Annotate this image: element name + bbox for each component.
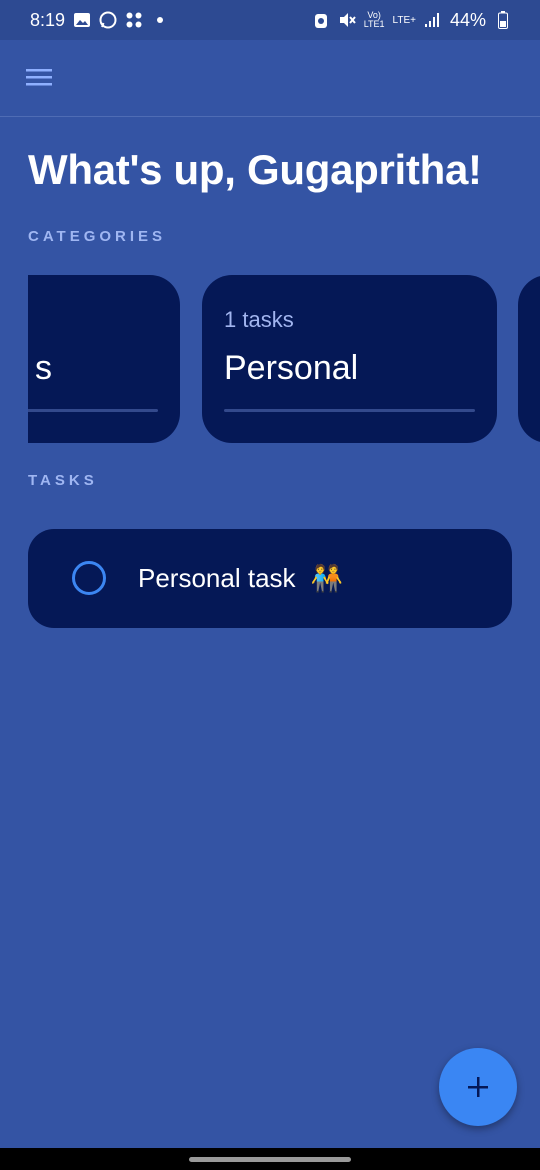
plus-icon bbox=[466, 1075, 490, 1099]
system-navigation-bar bbox=[0, 1148, 540, 1170]
battery-icon bbox=[494, 11, 512, 29]
category-card-personal[interactable]: 1 tasks Personal bbox=[202, 275, 497, 443]
app-notification-icon bbox=[125, 11, 143, 29]
hamburger-menu-icon[interactable] bbox=[24, 66, 54, 90]
status-time: 8:19 bbox=[30, 9, 66, 30]
data-saver-icon bbox=[312, 11, 330, 29]
status-bar: 8:19 Vo) LTE1 LTE+ 44% bbox=[0, 0, 540, 40]
greeting-title: What's up, Gugapritha! bbox=[28, 146, 482, 193]
gallery-icon bbox=[73, 11, 91, 29]
category-name: s bbox=[35, 349, 52, 387]
mute-icon bbox=[338, 11, 356, 29]
task-checkbox[interactable] bbox=[72, 561, 106, 595]
volte-icon: Vo) LTE1 bbox=[363, 10, 385, 29]
whatsapp-icon bbox=[99, 11, 117, 29]
task-title-text: Personal task bbox=[138, 563, 296, 593]
category-name: Personal bbox=[224, 349, 359, 387]
signal-icon bbox=[424, 11, 442, 29]
dot-icon bbox=[151, 11, 169, 29]
task-emoji: 🧑‍🤝‍🧑 bbox=[310, 563, 344, 593]
app-bar bbox=[0, 40, 540, 117]
categories-label: CATEGORIES bbox=[28, 228, 167, 245]
category-card[interactable]: s bbox=[28, 275, 180, 443]
task-title: Personal task 🧑‍🤝‍🧑 bbox=[138, 563, 343, 594]
task-item[interactable]: Personal task 🧑‍🤝‍🧑 bbox=[28, 529, 512, 628]
battery-percent: 44% bbox=[449, 9, 486, 30]
category-progress-bar bbox=[224, 409, 475, 412]
category-card[interactable] bbox=[518, 275, 540, 443]
categories-carousel[interactable]: s 1 tasks Personal bbox=[28, 275, 540, 443]
category-progress-bar bbox=[28, 409, 158, 412]
tasks-label: TASKS bbox=[28, 472, 98, 489]
home-gesture-handle[interactable] bbox=[189, 1157, 351, 1162]
category-task-count: 1 tasks bbox=[224, 307, 294, 332]
network-type: LTE+ bbox=[392, 14, 416, 26]
add-task-button[interactable] bbox=[439, 1048, 517, 1126]
